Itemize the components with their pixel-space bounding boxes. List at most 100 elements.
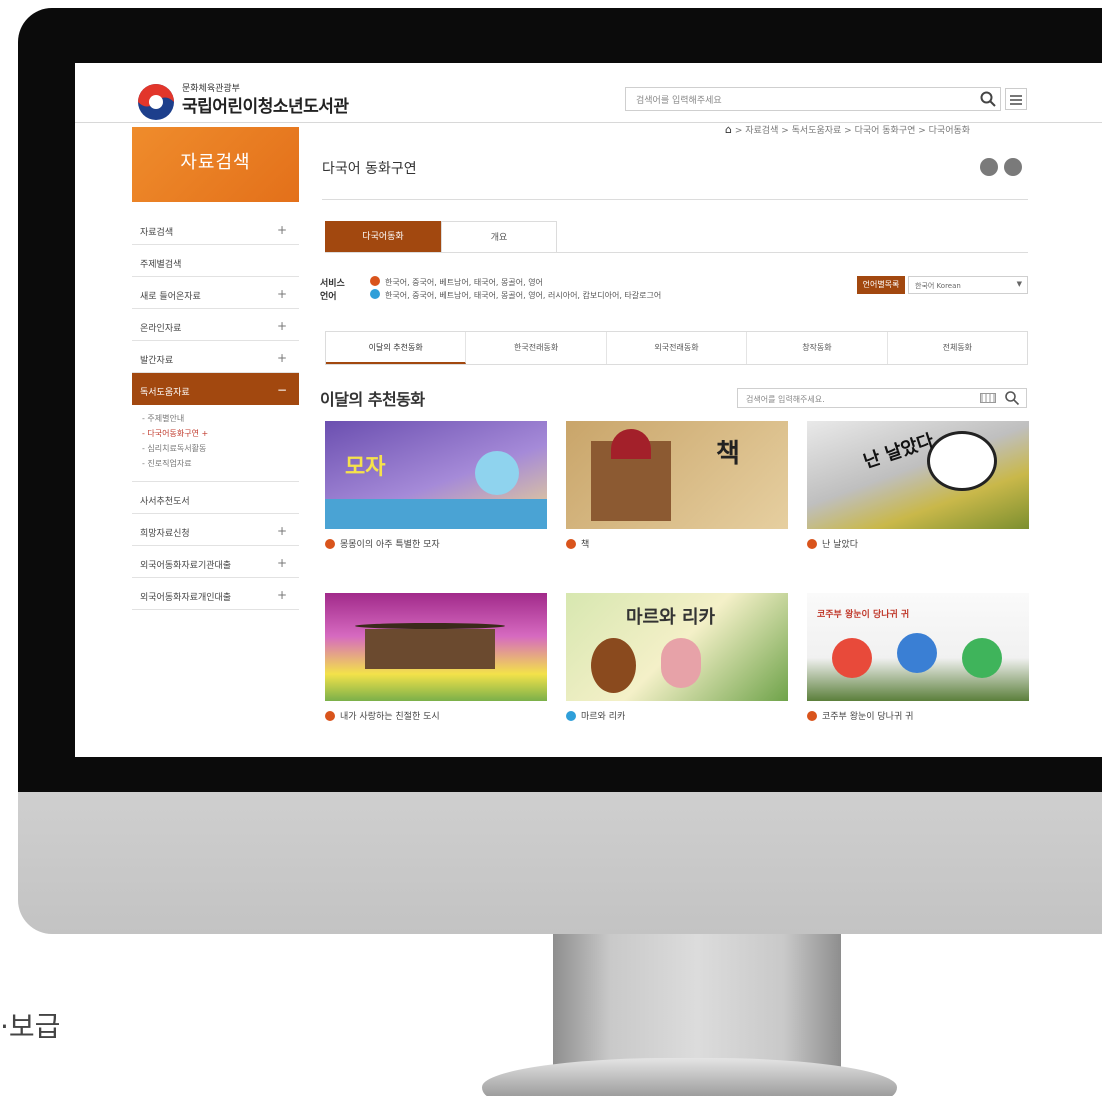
language-label: 언어 — [320, 292, 337, 302]
language-list-button[interactable]: 언어별목록 — [857, 276, 905, 294]
keyboard-icon[interactable] — [980, 393, 996, 403]
sidebar-item-new[interactable]: 새로 들어온자료 + — [132, 277, 299, 309]
breadcrumb: ⌂ > 자료검색 > 독서도움자료 > 다국어 동화구연 > 다국어동화 — [725, 123, 970, 136]
print-icon[interactable] — [1004, 158, 1022, 176]
language-badge-icon — [566, 538, 576, 549]
sidebar-item-librarian-picks[interactable]: 사서추천도서 — [132, 482, 299, 514]
sidebar-item-institution-loan[interactable]: 외국어동화자료기관대출 + — [132, 546, 299, 578]
monitor-chin — [18, 792, 1102, 934]
book-cover-text: 마르와 리카 — [626, 607, 716, 628]
service-badge-icon — [370, 276, 380, 286]
screen: 문화체육관광부 국립어린이청소년도서관 검색어를 입력해주세요 ⌂ > 자료검색… — [75, 63, 1102, 757]
book-card[interactable]: 코주부 왕눈이 당나귀 귀 코주부 왕눈이 당나귀 귀 — [807, 593, 1029, 722]
service-languages: 한국어, 중국어, 베트남어, 태국어, 몽골어, 영어 — [385, 278, 543, 287]
sidebar-item-personal-loan[interactable]: 외국어동화자료개인대출 + — [132, 578, 299, 610]
book-cover-image[interactable]: 책 — [566, 421, 788, 529]
search-icon[interactable] — [1004, 390, 1020, 406]
book-cover-image[interactable]: 모자 — [325, 421, 547, 529]
tab-overview[interactable]: 개요 — [441, 221, 557, 253]
language-select[interactable]: 한국어 Korean ▼ — [908, 276, 1028, 294]
sidebar-item-label: 희망자료신청 — [140, 529, 190, 539]
expand-icon[interactable]: + — [277, 223, 287, 237]
sidebar-item-online[interactable]: 온라인자료 + — [132, 309, 299, 341]
sidebar-item-subject[interactable]: 주제별검색 — [132, 245, 299, 277]
breadcrumb-path: > 자료검색 > 독서도움자료 > 다국어 동화구연 > 다국어동화 — [731, 126, 971, 136]
divider — [325, 252, 1028, 253]
sidebar-item-label: 온라인자료 — [140, 324, 182, 334]
sidebar-sub-item[interactable]: - 심리치료독서활동 — [142, 443, 299, 458]
book-card[interactable]: 모자 몽몽이의 아주 특별한 모자 — [325, 421, 547, 550]
tab-creative-stories[interactable]: 창작동화 — [747, 332, 888, 364]
book-title[interactable]: 내가 사랑하는 친절한 도시 — [340, 709, 440, 722]
book-card[interactable]: 마르와 리카 마르와 리카 — [566, 593, 788, 722]
sidebar-title: 자료검색 — [132, 127, 299, 202]
tab-korean-folktales[interactable]: 한국전래동화 — [466, 332, 607, 364]
chevron-down-icon: ▼ — [1016, 280, 1022, 288]
expand-icon[interactable]: + — [277, 287, 287, 301]
language-badge-icon — [807, 538, 817, 549]
book-card[interactable]: 책 책 — [566, 421, 788, 550]
book-title[interactable]: 코주부 왕눈이 당나귀 귀 — [822, 709, 913, 722]
sidebar-item-label: 외국어동화자료기관대출 — [140, 561, 232, 571]
sidebar-item-reading-help[interactable]: 독서도움자료 − — [132, 373, 299, 405]
sidebar-item-label: 외국어동화자료개인대출 — [140, 593, 232, 603]
tab-monthly-picks[interactable]: 이달의 추천동화 — [326, 332, 467, 364]
expand-icon[interactable]: + — [277, 588, 287, 602]
page-title: 다국어 동화구연 — [322, 161, 417, 177]
book-card[interactable]: 내가 사랑하는 친절한 도시 — [325, 593, 547, 722]
language-badge-icon — [566, 710, 576, 721]
service-label: 서비스 — [320, 279, 345, 289]
book-cover-image[interactable] — [325, 593, 547, 701]
sidebar-sub-list: - 주제별안내 - 다국어동화구연 + - 심리치료독서활동 - 진로직업자료 — [132, 405, 299, 482]
book-title[interactable]: 마르와 리카 — [581, 709, 625, 722]
tab-foreign-folktales[interactable]: 외국전래동화 — [607, 332, 748, 364]
sidebar-sub-item[interactable]: - 주제별안내 — [142, 413, 299, 428]
language-badge-icon — [807, 710, 817, 721]
book-cover-text: 책 — [716, 439, 740, 469]
expand-icon[interactable]: + — [277, 524, 287, 538]
book-cover-text: 모자 — [345, 454, 386, 480]
tab-all-stories[interactable]: 전체동화 — [888, 332, 1027, 364]
search-icon[interactable] — [979, 90, 997, 108]
collapse-icon[interactable]: − — [277, 383, 287, 397]
share-icon[interactable] — [980, 158, 998, 176]
book-title[interactable]: 난 날았다 — [822, 537, 858, 550]
monitor-stand-neck — [553, 934, 841, 1072]
book-cover-image[interactable]: 코주부 왕눈이 당나귀 귀 — [807, 593, 1029, 701]
sidebar-item-label: 자료검색 — [140, 228, 174, 238]
book-cover-image[interactable]: 마르와 리카 — [566, 593, 788, 701]
sidebar-item-label: 주제별검색 — [140, 260, 182, 270]
sidebar: 자료검색 + 주제별검색 새로 들어온자료 + 온라인자료 + 발간자료 + 독서도움자… — [132, 213, 299, 610]
slogan-fragment: ·보급 — [0, 1010, 61, 1043]
book-title[interactable]: 몽몽이의 아주 특별한 모자 — [340, 537, 440, 550]
language-badge-icon — [370, 289, 380, 299]
book-cover-text: 코주부 왕눈이 당나귀 귀 — [817, 610, 910, 620]
divider — [322, 199, 1028, 200]
sidebar-sub-item[interactable]: - 진로직업자료 — [142, 458, 299, 473]
sidebar-sub-item-current[interactable]: - 다국어동화구연 + — [142, 428, 299, 443]
category-tabs: 이달의 추천동화 한국전래동화 외국전래동화 창작동화 전체동화 — [325, 331, 1028, 365]
section-title: 이달의 추천동화 — [320, 390, 425, 409]
expand-icon[interactable]: + — [277, 556, 287, 570]
sidebar-item-label: 발간자료 — [140, 356, 174, 366]
menu-icon[interactable] — [1005, 88, 1027, 110]
book-card[interactable]: 난 날았다 난 날았다 — [807, 421, 1029, 550]
sidebar-item-publications[interactable]: 발간자료 + — [132, 341, 299, 373]
available-languages: 한국어, 중국어, 베트남어, 태국어, 몽골어, 영어, 러시아어, 캄보디아… — [385, 291, 662, 300]
book-title[interactable]: 책 — [581, 537, 589, 550]
expand-icon[interactable]: + — [277, 319, 287, 333]
book-cover-text: 난 날았다 — [860, 430, 937, 473]
sidebar-item-label: 새로 들어온자료 — [140, 292, 201, 302]
language-badge-icon — [325, 538, 335, 549]
language-badge-icon — [325, 710, 335, 721]
home-icon[interactable]: ⌂ — [725, 123, 732, 136]
logo-icon[interactable] — [135, 81, 177, 123]
library-name[interactable]: 국립어린이청소년도서관 — [182, 92, 349, 117]
sidebar-item-search[interactable]: 자료검색 + — [132, 213, 299, 245]
header-search-input[interactable]: 검색어를 입력해주세요 — [625, 87, 1001, 111]
book-cover-image[interactable]: 난 날았다 — [807, 421, 1029, 529]
sidebar-item-request[interactable]: 희망자료신청 + — [132, 514, 299, 546]
expand-icon[interactable]: + — [277, 351, 287, 365]
sidebar-item-label: 사서추천도서 — [140, 497, 190, 507]
tab-multilingual-stories[interactable]: 다국어동화 — [325, 221, 441, 253]
